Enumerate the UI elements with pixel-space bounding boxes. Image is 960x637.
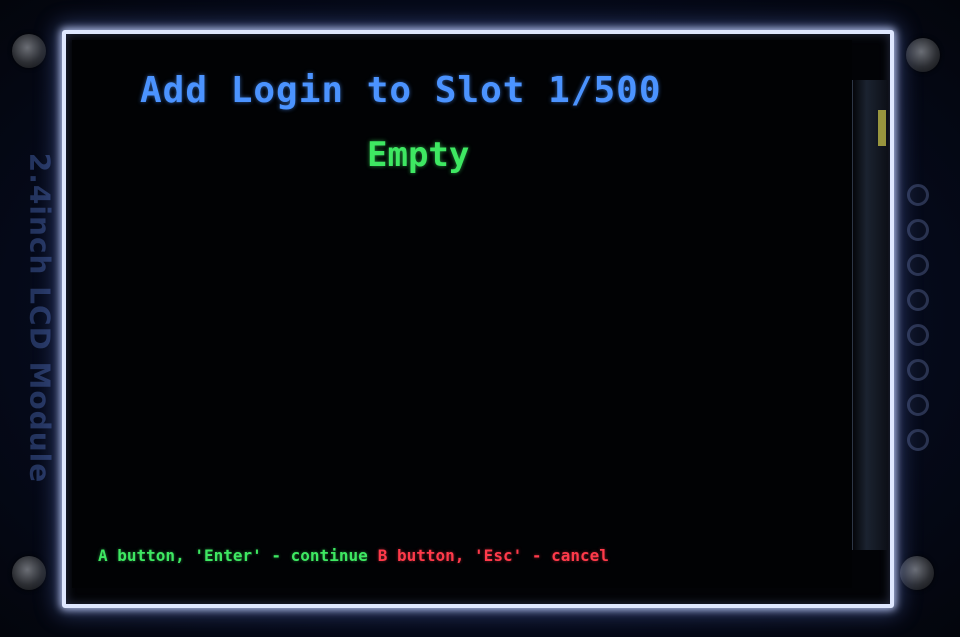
mounting-hole-top-right xyxy=(906,38,940,72)
screen-title: Add Login to Slot 1/500 xyxy=(140,70,662,111)
hint-bar: A button, 'Enter' - continue B button, 'E… xyxy=(98,546,609,565)
lcd-screen: Add Login to Slot 1/500 Empty A button, … xyxy=(72,40,852,588)
header-pin xyxy=(907,394,929,416)
cancel-hint: B button, 'Esc' - cancel xyxy=(377,546,609,565)
header-pin xyxy=(907,324,929,346)
slot-status: Empty xyxy=(367,135,470,175)
mounting-hole-top-left xyxy=(12,34,46,68)
continue-hint: A button, 'Enter' - continue xyxy=(98,546,368,565)
header-pin xyxy=(907,359,929,381)
mounting-hole-bottom-right xyxy=(900,556,934,590)
lcd-flex-cable xyxy=(852,80,887,550)
header-pin xyxy=(907,219,929,241)
mounting-hole-bottom-left xyxy=(12,556,46,590)
header-pin xyxy=(907,254,929,276)
board-silkscreen-label: 2.4inch LCD Module xyxy=(23,152,57,484)
lcd-flex-accent xyxy=(878,110,886,146)
header-pin xyxy=(907,289,929,311)
header-pins xyxy=(907,184,935,451)
header-pin xyxy=(907,184,929,206)
lcd-module-board: 2.4inch LCD Module Add Login to Slot 1/5… xyxy=(0,0,960,637)
header-pin xyxy=(907,429,929,451)
